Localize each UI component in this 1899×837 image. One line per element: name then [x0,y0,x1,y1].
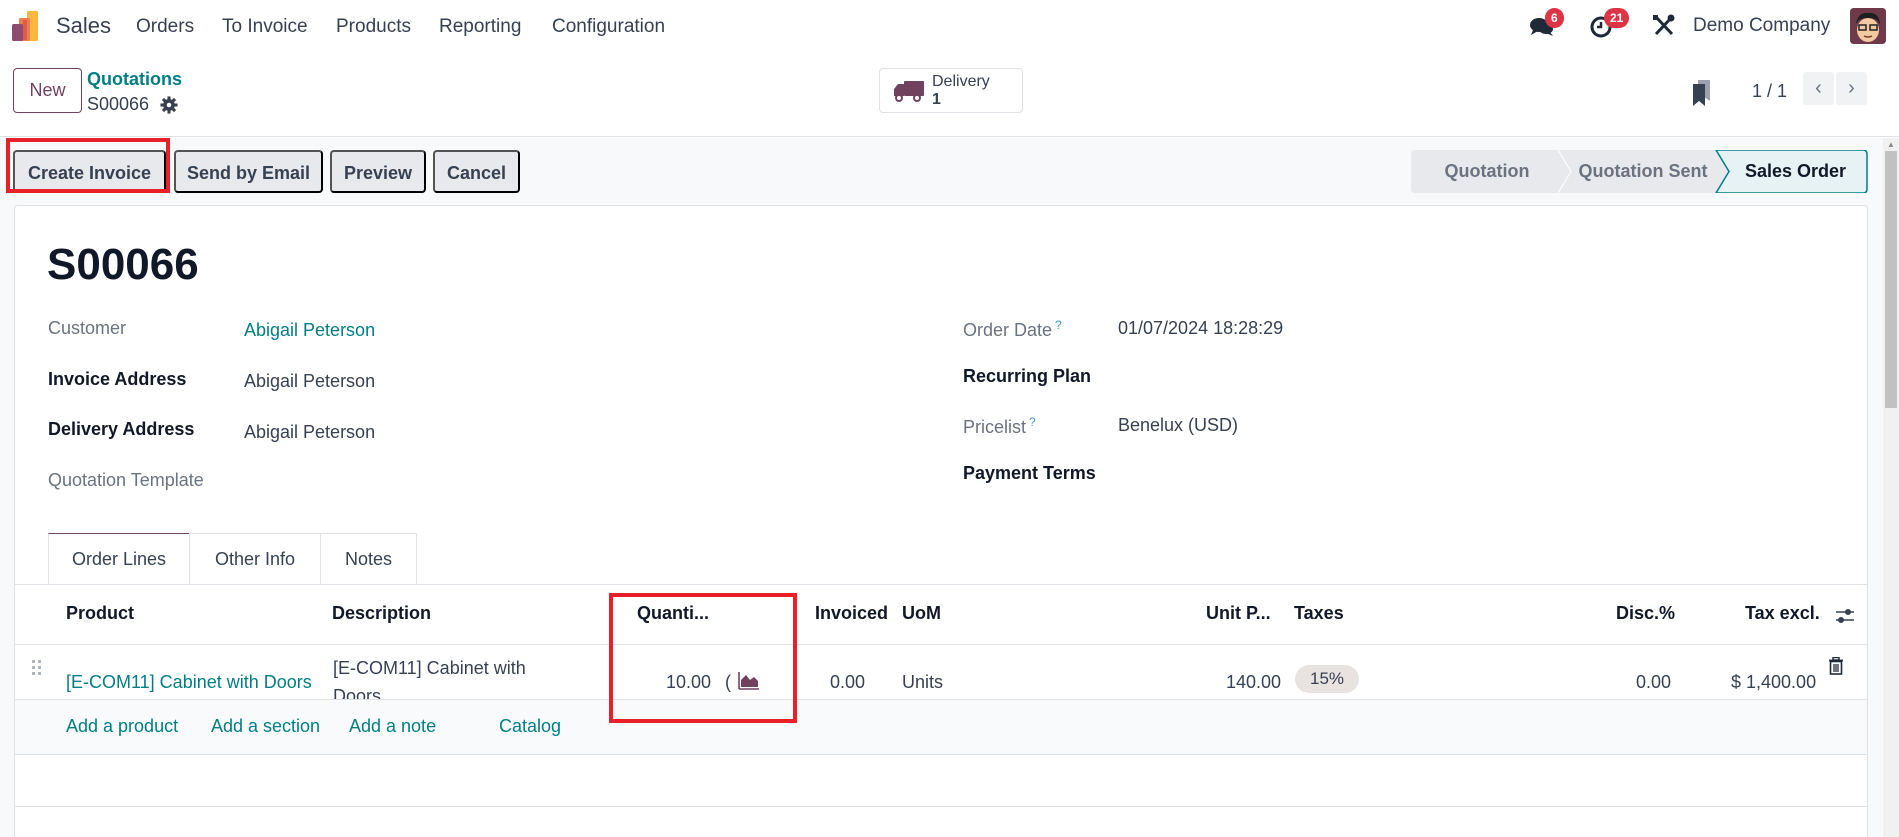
add-section-link[interactable]: Add a section [211,716,320,737]
column-description[interactable]: Description [332,603,431,624]
optional-columns-icon[interactable] [1834,606,1856,626]
customer-field[interactable]: Abigail Peterson [244,320,375,341]
quotation-template-label: Quotation Template [48,470,204,490]
scroll-up-arrow-icon[interactable]: ▲ [1887,140,1895,149]
subtotal-cell: $ 1,400.00 [1731,672,1817,692]
sales-logo-icon[interactable] [10,10,42,42]
user-avatar-icon [1850,8,1886,44]
tab-divider [15,584,1867,585]
invoice-address-field[interactable]: Abigail Peterson [244,371,375,392]
forecast-chart-icon[interactable] [738,672,760,690]
chevron-left-icon: ‹ [1815,77,1822,99]
tab-order-lines[interactable]: Order Lines [48,533,190,585]
page-scrollbar[interactable]: ▲ [1883,138,1899,837]
unit-price-cell[interactable]: 140.00 [1226,672,1281,693]
help-tooltip-icon[interactable]: ? [1055,318,1062,332]
column-tax-excluded[interactable]: Tax excl. [1745,603,1820,624]
add-product-link[interactable]: Add a product [66,716,178,737]
drag-handle-icon[interactable] [31,659,43,677]
chevron-right-icon: › [1848,77,1855,99]
pricelist-label: Pricelist? [963,415,1036,438]
header-divider [15,644,1867,645]
menu-orders[interactable]: Orders [136,16,194,38]
scrollbar-thumb[interactable] [1885,151,1897,408]
app-name[interactable]: Sales [56,13,111,39]
preview-button[interactable]: Preview [330,150,426,193]
menu-configuration[interactable]: Configuration [552,16,665,38]
pager-previous-button[interactable]: ‹ [1803,72,1834,105]
uom-cell[interactable]: Units [902,672,943,693]
stage-sales-order[interactable]: Sales Order [1723,150,1868,193]
table-footer-divider [15,806,1867,807]
quantity-cell[interactable]: 10.00 [666,672,711,693]
create-invoice-button[interactable]: Create Invoice [13,150,166,193]
trash-icon[interactable] [1828,657,1844,675]
control-panel: New Quotations S00066 Delivery 1 1 / 1 ‹… [0,55,1899,137]
order-date-label: Order Date? [963,318,1062,341]
description-cell-line1[interactable]: [E-COM11] Cabinet with [333,658,526,679]
product-cell[interactable]: [E-COM11] Cabinet with Doors [66,672,312,693]
delivery-label: Delivery [932,73,990,90]
send-by-email-button[interactable]: Send by Email [174,150,323,193]
delivery-address-field[interactable]: Abigail Peterson [244,422,375,443]
delivery-smart-button[interactable]: Delivery 1 [879,68,1023,113]
gear-icon[interactable] [160,96,178,114]
column-discount[interactable]: Disc.% [1616,603,1675,624]
order-title: S00066 [47,240,199,289]
add-note-link[interactable]: Add a note [349,716,436,737]
bookmark-icon[interactable] [1690,79,1714,107]
add-line-row: Add a product Add a section Add a note C… [15,700,1867,754]
discount-cell[interactable]: 0.00 [1636,672,1671,693]
customer-label: Customer [48,318,127,338]
truck-icon [894,81,924,102]
pager-value[interactable]: 1 / 1 [1752,81,1787,102]
tab-other-info[interactable]: Other Info [189,533,321,585]
quotation-template-field[interactable] [244,470,544,492]
company-switcher[interactable]: Demo Company [1693,15,1830,37]
payment-terms-field[interactable] [1118,463,1418,485]
column-quantity[interactable]: Quanti... [637,603,709,624]
avatar[interactable] [1850,8,1886,44]
top-navbar: Sales Orders To Invoice Products Reporti… [0,0,1899,55]
new-button[interactable]: New [13,68,82,113]
payment-terms-label: Payment Terms [963,463,1096,483]
messages-badge: 6 [1545,8,1564,28]
recurring-plan-field[interactable] [1118,366,1418,388]
order-date-field[interactable]: 01/07/2024 18:28:29 [1118,318,1283,339]
menu-to-invoice[interactable]: To Invoice [222,16,308,38]
recurring-plan-label: Recurring Plan [963,366,1092,386]
invoiced-cell: 0.00 [830,672,866,692]
statusbar: Quotation Quotation Sent Sales Order [1411,150,1868,193]
cancel-button[interactable]: Cancel [433,150,520,193]
order-date-label-text: Order Date [963,320,1053,340]
invoice-address-label: Invoice Address [48,369,187,389]
column-uom[interactable]: UoM [902,603,941,624]
stage-quotation-sent[interactable]: Quotation Sent [1567,150,1719,193]
add-row-divider [15,754,1867,755]
catalog-link[interactable]: Catalog [499,716,561,737]
menu-reporting[interactable]: Reporting [439,16,521,38]
help-tooltip-icon[interactable]: ? [1029,415,1036,429]
pager-next-button[interactable]: › [1836,72,1867,105]
stage-quotation[interactable]: Quotation [1411,150,1563,193]
breadcrumb-current: S00066 [87,94,150,114]
delivery-count: 1 [932,91,941,108]
tax-badge[interactable]: 15% [1295,665,1359,693]
pricelist-field[interactable]: Benelux (USD) [1118,415,1238,436]
menu-products[interactable]: Products [336,16,411,38]
tools-icon[interactable] [1650,12,1678,40]
tab-notes[interactable]: Notes [320,533,417,585]
breadcrumb-quotations[interactable]: Quotations [87,69,182,90]
activities-badge: 21 [1604,8,1630,28]
form-view: Create Invoice Send by Email Preview Can… [0,138,1883,837]
form-sheet: S00066 Customer Abigail Peterson Invoice… [14,205,1868,837]
quantity-suffix: ( [725,672,731,692]
column-invoiced[interactable]: Invoiced [815,603,888,624]
column-product[interactable]: Product [66,603,134,624]
column-unit-price[interactable]: Unit P... [1206,603,1271,624]
column-taxes[interactable]: Taxes [1294,603,1344,624]
delivery-address-label: Delivery Address [48,419,195,439]
pricelist-label-text: Pricelist [963,417,1027,437]
